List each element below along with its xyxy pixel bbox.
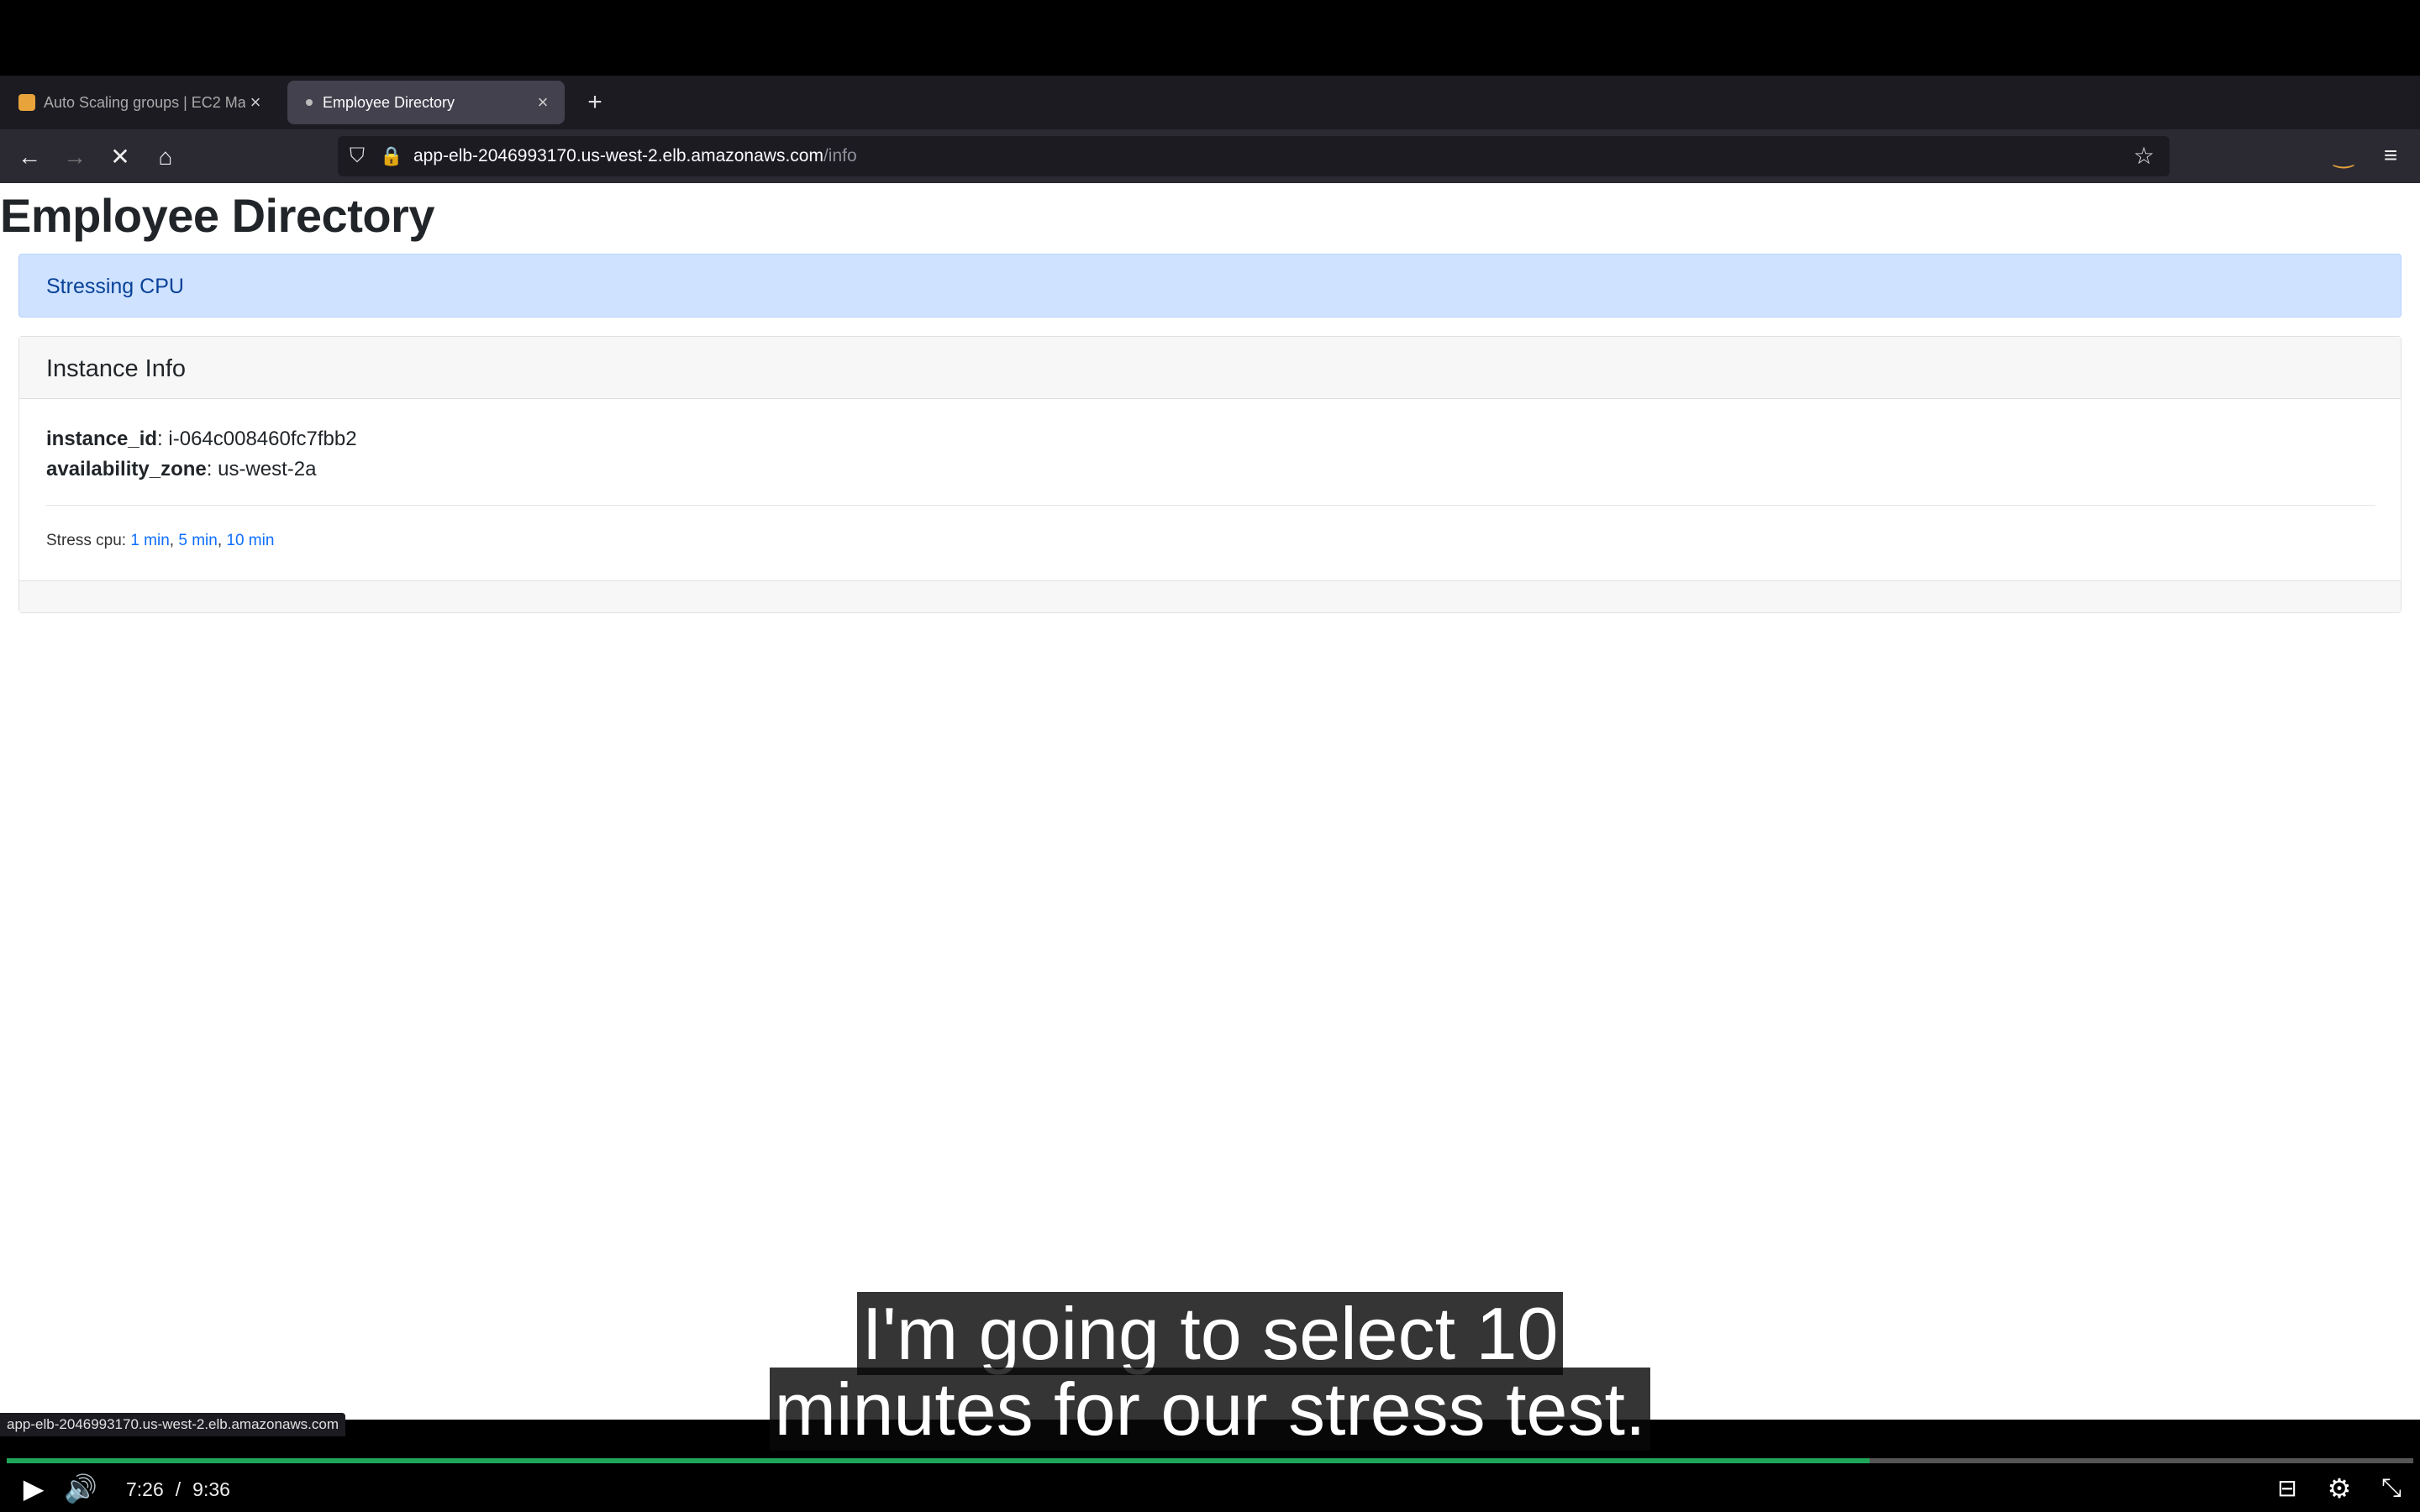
card-title: Instance Info [46,355,187,382]
stress-5-min-link[interactable]: 5 min [178,532,217,549]
stress-1-min-link[interactable]: 1 min [130,532,169,549]
stress-10-min-link[interactable]: 10 min [226,532,274,549]
url-path: /info [823,146,857,165]
divider [46,505,2375,506]
volume-icon[interactable]: 🔊 [62,1472,99,1505]
subtitle-text: minutes for our stress test. [769,1368,1651,1451]
video-progress-bar[interactable] [7,1458,2413,1463]
tab-auto-scaling-groups[interactable]: Auto Scaling groups | EC2 Mana × [7,81,277,124]
tab-strip: Auto Scaling groups | EC2 Mana × Employe… [0,76,2420,129]
instance-id-row: instance_id: i-064c008460fc7fbb2 [46,428,357,450]
alert-text: Stressing CPU [46,275,184,298]
amazon-extension-icon[interactable]: ‿ [2331,143,2356,168]
back-arrow-icon[interactable]: ← [15,143,44,171]
instance-id-label: instance_id [46,428,158,450]
lock-icon[interactable]: 🔒 [380,144,402,168]
tab-label: Employee Directory [323,93,455,111]
video-letterbox-top [0,0,2420,76]
availability-zone-label: availability_zone [46,458,207,480]
page-title: Employee Directory [0,189,434,242]
stop-loading-icon[interactable]: ✕ [106,143,134,171]
close-icon[interactable]: × [533,92,553,113]
url-text[interactable]: app-elb-2046993170.us-west-2.elb.amazona… [413,146,857,166]
close-icon[interactable]: × [245,92,266,113]
bookmark-star-icon[interactable]: ☆ [2133,143,2154,170]
current-time: 7:26 [126,1478,164,1500]
home-icon[interactable]: ⌂ [151,143,180,171]
subtitle-line-1: I'm going to select 10 [0,1292,2420,1375]
url-host: app-elb-2046993170.us-west-2.elb.amazona… [413,146,823,165]
captions-icon[interactable]: ⊟ [2270,1472,2304,1505]
forward-arrow-icon[interactable]: → [60,143,89,171]
hamburger-menu-icon[interactable]: ≡ [2378,143,2403,168]
card-header: Instance Info [19,337,2401,399]
instance-id-value: i-064c008460fc7fbb2 [168,428,357,450]
instance-info-card: Instance Info instance_id: i-064c008460f… [18,336,2402,613]
video-progress-fill [7,1458,1870,1463]
settings-gear-icon[interactable]: ⚙ [2323,1472,2356,1505]
play-icon[interactable]: ▶ [17,1472,50,1505]
shield-icon[interactable]: ⛉ [350,144,370,168]
exit-fullscreen-icon[interactable]: ⤡ [2375,1472,2408,1505]
aws-icon [18,94,35,111]
status-alert: Stressing CPU [18,254,2402,318]
stress-cpu-label: Stress cpu: [46,532,127,549]
availability-zone-row: availability_zone: us-west-2a [46,458,317,480]
tab-label: Auto Scaling groups | EC2 Mana [44,93,245,111]
url-bar[interactable]: ⛉ 🔒 app-elb-2046993170.us-west-2.elb.ama… [338,136,2170,176]
stress-cpu-row: Stress cpu: 1 min, 5 min, 10 min [46,532,275,549]
video-time: 7:26 / 9:36 [126,1475,230,1504]
subtitle-line-2: minutes for our stress test. [0,1368,2420,1451]
subtitle-text: I'm going to select 10 [856,1292,1564,1375]
navigation-bar: ← → ✕ ⌂ ⛉ 🔒 app-elb-2046993170.us-west-2… [0,129,2420,183]
time-separator: / [175,1478,182,1500]
tab-employee-directory[interactable]: Employee Directory × [287,81,565,124]
duration: 9:36 [192,1478,230,1500]
availability-zone-value: us-west-2a [218,458,317,480]
card-footer [19,580,2401,612]
new-tab-button[interactable]: + [580,87,610,118]
dot-icon [306,99,313,106]
